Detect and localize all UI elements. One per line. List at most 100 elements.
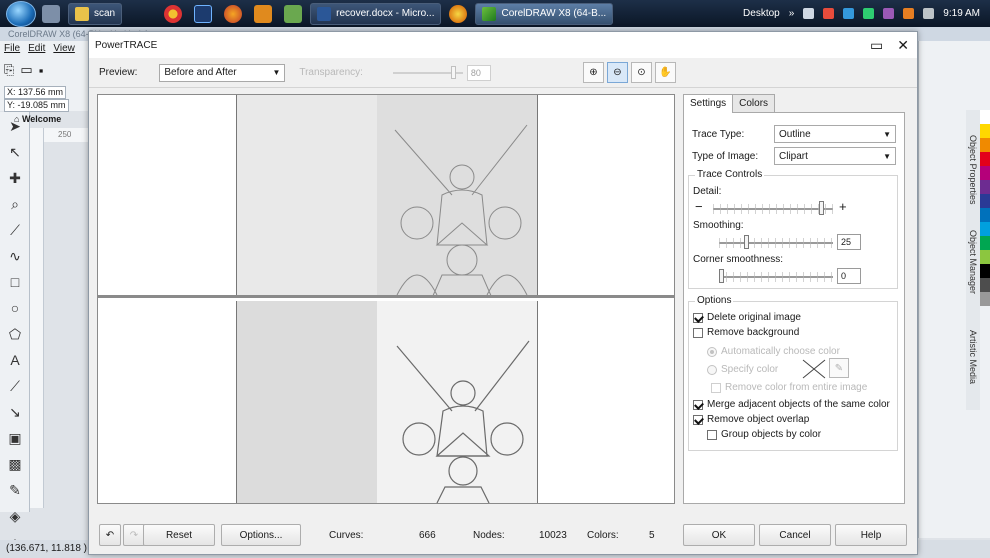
- shape-tool-icon[interactable]: ↖: [3, 140, 27, 164]
- detail-slider-thumb[interactable]: [818, 201, 824, 215]
- clock[interactable]: 9:19 AM: [943, 8, 980, 19]
- menu-view[interactable]: View: [53, 41, 75, 57]
- docker-tab-object-properties[interactable]: Object Properties: [968, 135, 978, 205]
- palette-swatch[interactable]: [980, 278, 990, 292]
- tray-app-icon[interactable]: [883, 8, 895, 19]
- polygon-tool-icon[interactable]: ⬠: [3, 322, 27, 346]
- palette-swatch[interactable]: [980, 292, 990, 306]
- tray-app-icon[interactable]: [863, 8, 875, 19]
- smoothing-value[interactable]: 25: [837, 234, 861, 250]
- x-coordinate-field[interactable]: X: 137.56 mm: [4, 86, 67, 99]
- cancel-button[interactable]: Cancel: [759, 524, 831, 546]
- tray-app-icon[interactable]: [903, 8, 915, 19]
- reset-button[interactable]: Reset: [143, 524, 215, 546]
- zoom-out-icon[interactable]: ⊖: [607, 62, 628, 83]
- merge-adjacent-checkbox[interactable]: [693, 399, 703, 410]
- group-by-color-checkbox[interactable]: [707, 429, 717, 440]
- rectangle-tool-icon[interactable]: □: [3, 270, 27, 294]
- trace-type-select[interactable]: Outline ▼: [774, 125, 896, 143]
- preview-mode-select[interactable]: Before and After ▼: [159, 63, 286, 82]
- pan-hand-icon[interactable]: ✋: [655, 62, 676, 83]
- redo-icon[interactable]: ↷: [123, 524, 145, 546]
- corner-smoothness-thumb[interactable]: [719, 269, 724, 283]
- specify-color-option[interactable]: Specify color: [707, 364, 778, 375]
- smoothing-slider[interactable]: [719, 235, 833, 249]
- paint-icon[interactable]: [284, 4, 303, 23]
- tab-settings[interactable]: Settings: [683, 94, 734, 113]
- palette-swatch[interactable]: [980, 222, 990, 236]
- options-button[interactable]: Options...: [221, 524, 301, 546]
- palette-swatch[interactable]: [980, 250, 990, 264]
- tray-app-icon[interactable]: [823, 8, 835, 19]
- welcome-tab[interactable]: ⌂ Welcome: [14, 114, 61, 124]
- no-color-swatch-icon[interactable]: [801, 358, 827, 380]
- corner-smoothness-value[interactable]: 0: [837, 268, 861, 284]
- artistic-media-tool-icon[interactable]: ∿: [3, 244, 27, 268]
- calculator-icon[interactable]: [42, 4, 60, 23]
- palette-swatch[interactable]: [980, 236, 990, 250]
- ellipse-tool-icon[interactable]: ○: [3, 296, 27, 320]
- transparency-tool-icon[interactable]: ▩: [3, 452, 27, 476]
- menu-edit[interactable]: Edit: [28, 41, 45, 57]
- palette-swatch[interactable]: [980, 194, 990, 208]
- remove-overlap-option[interactable]: Remove object overlap: [693, 414, 809, 425]
- palette-swatch[interactable]: [980, 152, 990, 166]
- corel-icon[interactable]: [449, 4, 468, 23]
- start-button[interactable]: [6, 0, 36, 27]
- menu-file[interactable]: File: [4, 41, 20, 57]
- auto-color-option[interactable]: Automatically choose color: [707, 346, 840, 357]
- text-tool-icon[interactable]: A: [3, 348, 27, 372]
- image-type-select[interactable]: Clipart ▼: [774, 147, 896, 165]
- maximize-icon[interactable]: ▭: [870, 37, 883, 54]
- palette-swatch[interactable]: [980, 166, 990, 180]
- taskbar-button-word[interactable]: recover.docx - Micro...: [310, 2, 442, 25]
- delete-original-option[interactable]: Delete original image: [693, 312, 801, 323]
- group-by-color-option[interactable]: Group objects by color: [707, 429, 821, 440]
- transparency-slider[interactable]: [392, 65, 463, 79]
- chrome-icon[interactable]: [164, 4, 183, 23]
- smoothing-slider-thumb[interactable]: [744, 235, 749, 249]
- delete-original-checkbox[interactable]: [693, 312, 703, 323]
- remove-overlap-checkbox[interactable]: [693, 414, 703, 425]
- crop-tool-icon[interactable]: ✚: [3, 166, 27, 190]
- detail-slider[interactable]: [713, 201, 833, 215]
- zoom-in-icon[interactable]: ⊕: [583, 62, 604, 83]
- specify-color-radio[interactable]: [707, 364, 717, 375]
- new-document-icon[interactable]: ⎘: [4, 62, 14, 78]
- palette-swatch[interactable]: [980, 138, 990, 152]
- network-icon[interactable]: [923, 8, 935, 19]
- palette-swatch[interactable]: [980, 180, 990, 194]
- drop-shadow-tool-icon[interactable]: ▣: [3, 426, 27, 450]
- palette-swatch[interactable]: [980, 208, 990, 222]
- tray-app-icon[interactable]: [843, 8, 855, 19]
- palette-swatch[interactable]: [980, 110, 990, 124]
- transparency-value[interactable]: 80: [466, 64, 491, 81]
- corner-smoothness-slider[interactable]: [719, 269, 833, 283]
- docker-tab-object-manager[interactable]: Object Manager: [968, 230, 978, 294]
- fill-tool-icon[interactable]: ◈: [3, 504, 27, 528]
- app-icon[interactable]: [254, 4, 273, 23]
- remove-background-option[interactable]: Remove background: [693, 327, 799, 338]
- taskbar-button-coreldraw[interactable]: CorelDRAW X8 (64-B...: [475, 2, 614, 25]
- auto-color-radio[interactable]: [707, 346, 717, 357]
- palette-swatch[interactable]: [980, 264, 990, 278]
- eyedropper-tool-icon[interactable]: ✎: [3, 478, 27, 502]
- toolbar-overflow-chevron[interactable]: »: [789, 8, 795, 19]
- open-icon[interactable]: ▭: [20, 62, 32, 78]
- taskbar-button-scan[interactable]: scan: [68, 2, 123, 25]
- remove-background-checkbox[interactable]: [693, 327, 703, 338]
- docker-tab-artistic-media[interactable]: Artistic Media: [968, 330, 978, 384]
- remove-entire-option[interactable]: Remove color from entire image: [711, 382, 867, 393]
- eyedropper-icon[interactable]: ✎: [829, 358, 849, 378]
- merge-adjacent-option[interactable]: Merge adjacent objects of the same color: [693, 399, 890, 410]
- plus-icon[interactable]: +: [839, 199, 847, 214]
- palette-swatch[interactable]: [980, 124, 990, 138]
- connector-tool-icon[interactable]: ↘: [3, 400, 27, 424]
- volume-icon[interactable]: [803, 8, 815, 19]
- photoshop-icon[interactable]: [194, 4, 213, 23]
- preview-area[interactable]: [97, 94, 675, 504]
- y-coordinate-field[interactable]: Y: -19.085 mm: [4, 99, 69, 112]
- help-button[interactable]: Help: [835, 524, 907, 546]
- remove-entire-checkbox[interactable]: [711, 382, 721, 393]
- firefox-icon[interactable]: [224, 4, 243, 23]
